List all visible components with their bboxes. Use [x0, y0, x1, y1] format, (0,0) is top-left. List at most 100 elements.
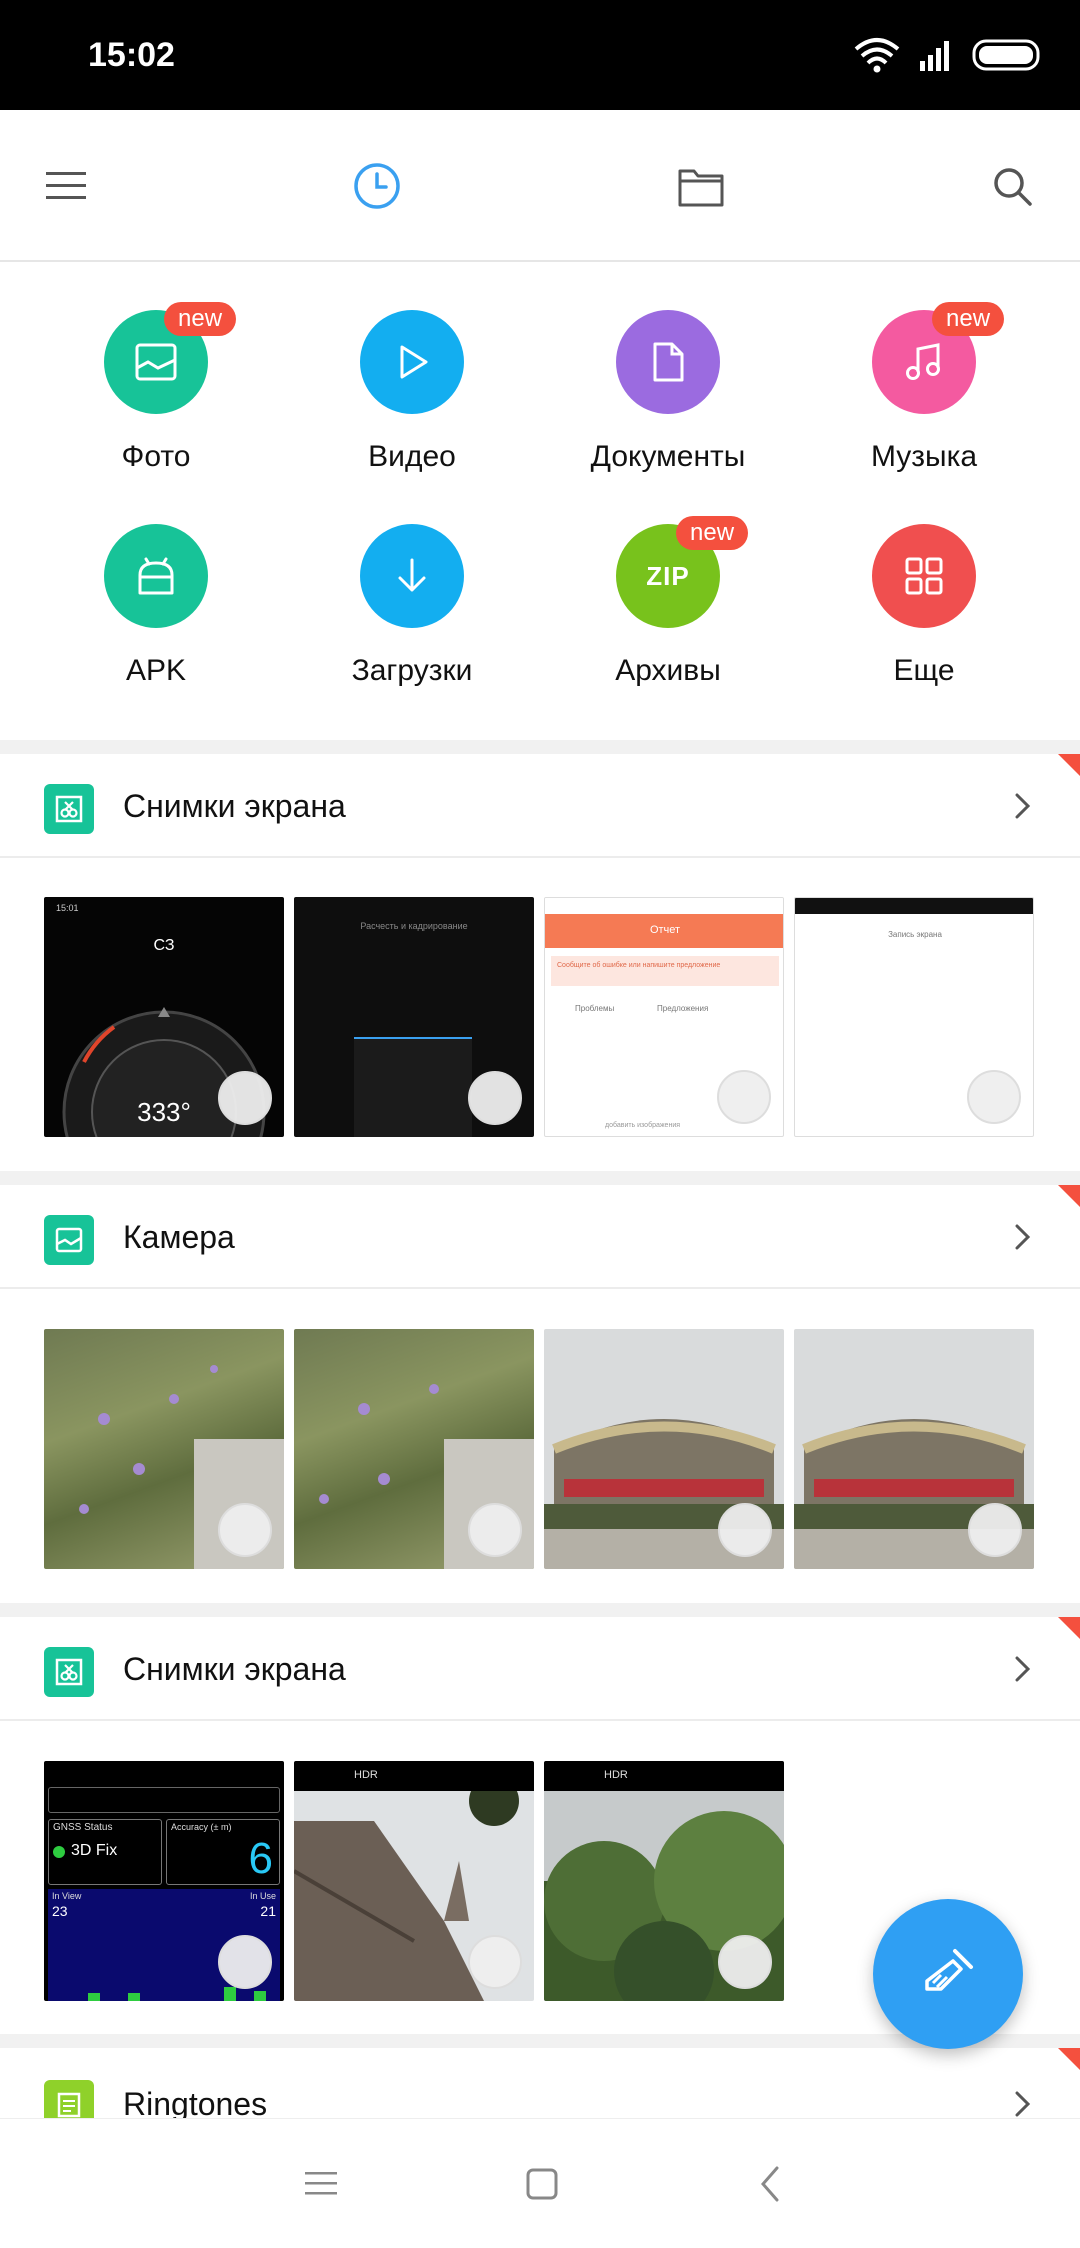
- photo-thumbnail[interactable]: [544, 1329, 784, 1569]
- battery-icon: [972, 39, 1040, 71]
- select-checkbox[interactable]: [718, 1935, 772, 1989]
- menu-icon: [46, 172, 86, 199]
- screenshot-icon: [55, 795, 83, 823]
- section-divider: [0, 1171, 1080, 1185]
- broom-icon: [925, 1949, 973, 1991]
- new-flag: [1058, 754, 1080, 776]
- category-photos[interactable]: new Фото: [28, 262, 284, 473]
- menu-icon: [305, 2172, 337, 2195]
- menu-button[interactable]: [30, 150, 102, 222]
- camera-thumbnail-row: [44, 1329, 1044, 1569]
- select-checkbox[interactable]: [218, 1503, 272, 1557]
- category-videos[interactable]: Видео: [284, 262, 540, 473]
- category-music[interactable]: new Музыка: [796, 262, 1052, 473]
- back-button[interactable]: [745, 2159, 795, 2209]
- music-note-icon: [906, 343, 940, 380]
- section-title: Снимки экрана: [123, 1651, 346, 1687]
- chevron-right-icon: [1015, 793, 1031, 819]
- search-button[interactable]: [976, 150, 1048, 222]
- new-badge: new: [164, 302, 237, 336]
- document-icon: [653, 342, 684, 382]
- category-icon-circle: [616, 310, 720, 414]
- category-label: Музыка: [870, 440, 978, 473]
- home-button[interactable]: [517, 2159, 567, 2209]
- new-flag: [1058, 1617, 1080, 1639]
- section-icon: [44, 1215, 94, 1265]
- thumbnail[interactable]: GNSS Status 3D Fix Accuracy (± m) 6 In V…: [44, 1761, 284, 2001]
- select-checkbox[interactable]: [468, 1071, 522, 1125]
- recent-tab[interactable]: [341, 150, 413, 222]
- category-icon-circle: [360, 310, 464, 414]
- clean-button[interactable]: [873, 1899, 1023, 2049]
- recents-button[interactable]: [296, 2159, 346, 2209]
- square-icon: [526, 2168, 558, 2200]
- crop-area: [354, 1037, 472, 1137]
- system-navigation-bar: [0, 2118, 1080, 2248]
- photo-thumbnail[interactable]: [794, 1329, 1034, 1569]
- section-header-screenshots[interactable]: Снимки экрана: [0, 1617, 1080, 1721]
- search-icon: [994, 168, 1032, 206]
- category-documents[interactable]: Документы: [540, 262, 796, 473]
- category-label: APK: [125, 654, 187, 687]
- select-checkbox[interactable]: [717, 1070, 771, 1124]
- top-toolbar: [0, 110, 1080, 262]
- section-divider: [0, 740, 1080, 754]
- new-badge: new: [676, 516, 749, 550]
- section-title: Камера: [123, 1219, 235, 1255]
- report-alert: Сообщите об ошибке или напишите предложе…: [551, 956, 779, 986]
- status-time: 15:02: [88, 36, 175, 74]
- category-label: Документы: [590, 440, 746, 473]
- thumbnail[interactable]: HDR: [544, 1761, 784, 2001]
- section-icon: [44, 1647, 94, 1697]
- back-icon: [761, 2166, 779, 2202]
- section-header-ringtones[interactable]: Ringtones: [0, 2048, 1080, 2130]
- thumbnail[interactable]: Расчесть и кадрирование: [294, 897, 534, 1137]
- thumbnail[interactable]: Запись экрана: [794, 897, 1034, 1137]
- select-checkbox[interactable]: [718, 1503, 772, 1557]
- category-label: Архивы: [615, 654, 721, 687]
- select-checkbox[interactable]: [218, 1071, 272, 1125]
- select-checkbox[interactable]: [968, 1503, 1022, 1557]
- screenshot-icon: [55, 1658, 83, 1686]
- status-icons: [854, 30, 1044, 80]
- select-checkbox[interactable]: [468, 1935, 522, 1989]
- category-label: Видео: [368, 440, 456, 473]
- thumbnail[interactable]: 15:01 СЗ 333°: [44, 897, 284, 1137]
- photo-thumbnail[interactable]: [44, 1329, 284, 1569]
- section-header-camera[interactable]: Камера: [0, 1185, 1080, 1289]
- select-checkbox[interactable]: [967, 1070, 1021, 1124]
- play-icon: [400, 345, 428, 379]
- section-icon: [44, 784, 94, 834]
- new-flag: [1058, 2048, 1080, 2070]
- category-icon-circle: [872, 524, 976, 628]
- thumbnail[interactable]: Отчет Сообщите об ошибке или напишите пр…: [544, 897, 784, 1137]
- category-downloads[interactable]: Загрузки: [284, 476, 540, 687]
- category-archives[interactable]: ZIP new Архивы: [540, 476, 796, 687]
- svg-text:15:01: 15:01: [56, 903, 79, 913]
- category-icon-circle: [360, 524, 464, 628]
- new-flag: [1058, 1185, 1080, 1207]
- select-checkbox[interactable]: [468, 1503, 522, 1557]
- category-more[interactable]: Еще: [796, 476, 1052, 687]
- photo-thumbnail[interactable]: [294, 1329, 534, 1569]
- thumbnail[interactable]: HDR: [294, 1761, 534, 2001]
- category-apk[interactable]: APK: [28, 476, 284, 687]
- files-tab[interactable]: [665, 150, 737, 222]
- image-icon: [135, 343, 177, 381]
- chevron-right-icon: [1015, 1656, 1031, 1682]
- image-icon: [55, 1227, 83, 1253]
- clock-icon: [354, 163, 400, 209]
- chevron-right-icon: [1015, 2091, 1031, 2117]
- status-bar: 15:02: [0, 0, 1080, 110]
- download-icon: [398, 558, 426, 592]
- grid-icon: [905, 557, 943, 595]
- report-header: Отчет: [545, 914, 783, 948]
- category-label: Загрузки: [351, 654, 473, 687]
- section-header-screenshots[interactable]: Снимки экрана: [0, 754, 1080, 858]
- signal-icon: [920, 41, 949, 71]
- zip-icon: ZIP: [646, 560, 690, 591]
- category-grid: new Фото Видео Документы new Музыка APK …: [0, 262, 1080, 740]
- new-badge: new: [932, 302, 1005, 336]
- folder-icon: [678, 169, 724, 207]
- select-checkbox[interactable]: [218, 1935, 272, 1989]
